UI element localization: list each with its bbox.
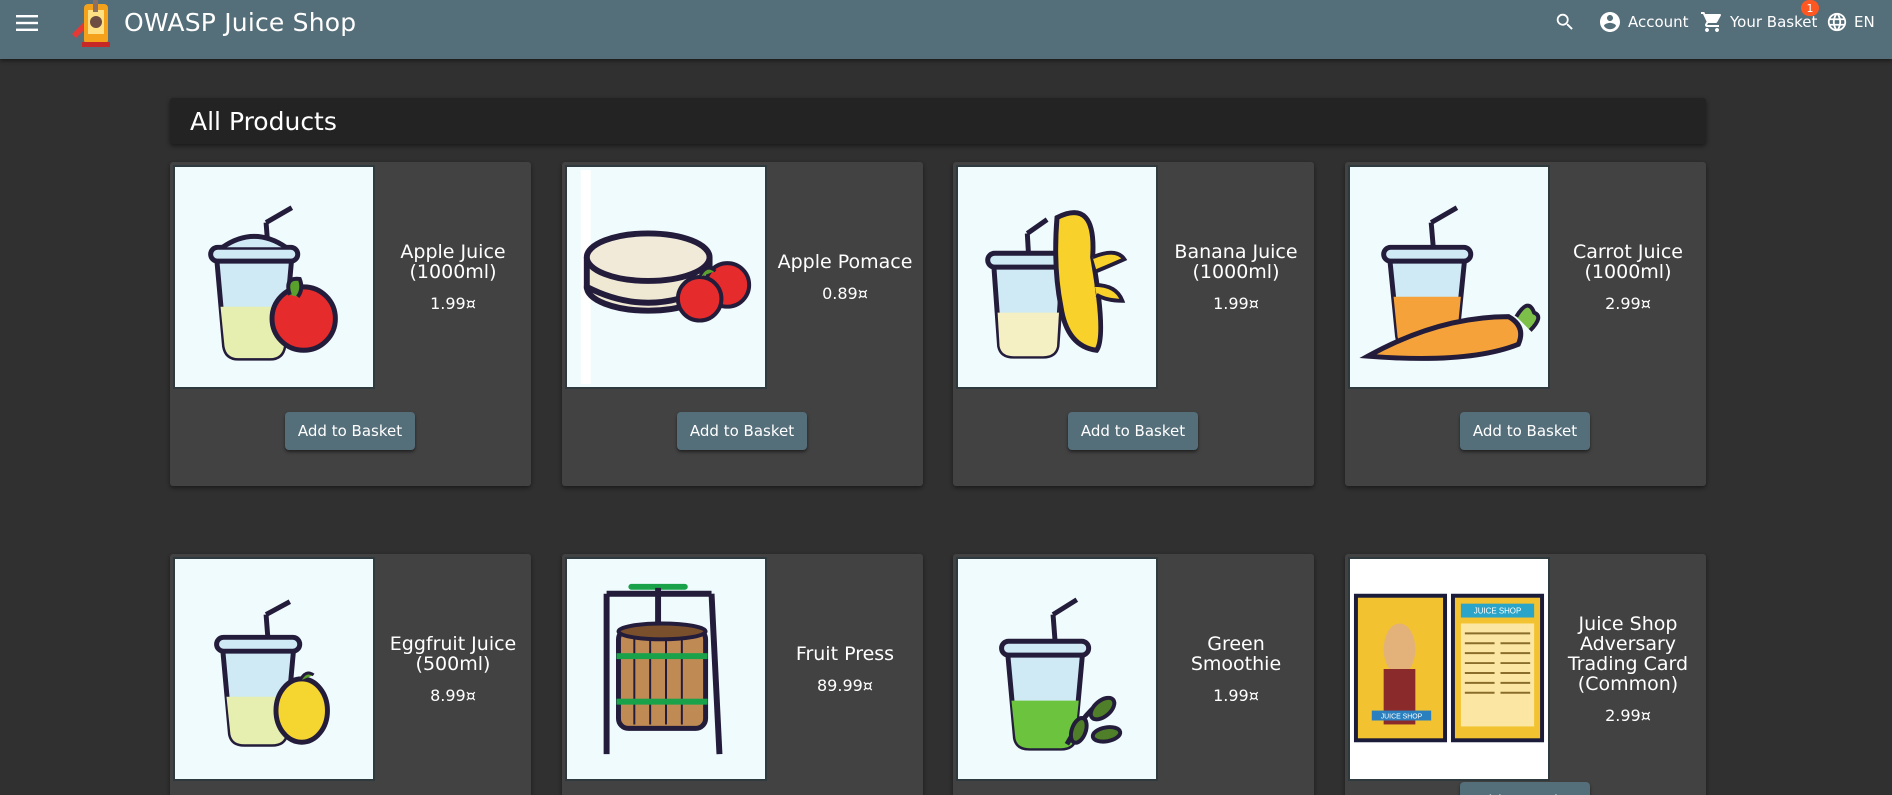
add-to-basket-button[interactable]: Add to Basket bbox=[1460, 412, 1590, 450]
green-smoothie-image[interactable] bbox=[956, 557, 1158, 781]
products-heading-card: All Products bbox=[170, 98, 1706, 144]
add-to-basket-button[interactable]: Add to Basket bbox=[677, 412, 807, 450]
product-card-banana-juice[interactable]: Banana Juice (1000ml) 1.99¤ Add to Baske… bbox=[953, 162, 1314, 486]
product-price: 89.99¤ bbox=[817, 675, 873, 695]
search-button[interactable] bbox=[1550, 0, 1580, 44]
basket-label: Your Basket bbox=[1730, 13, 1818, 31]
eggfruit-juice-image[interactable] bbox=[173, 557, 375, 781]
language-label: EN bbox=[1854, 13, 1875, 31]
juice-shop-logo-icon[interactable] bbox=[66, 0, 116, 50]
app-title[interactable]: OWASP Juice Shop bbox=[124, 8, 356, 37]
apple-juice-image[interactable] bbox=[173, 165, 375, 389]
account-button[interactable]: Account bbox=[1598, 0, 1689, 44]
shopping-cart-icon bbox=[1701, 12, 1722, 32]
account-label: Account bbox=[1628, 13, 1689, 31]
product-price: 1.99¤ bbox=[1213, 293, 1259, 313]
product-card-apple-pomace[interactable]: Apple Pomace 0.89¤ Add to Basket bbox=[562, 162, 923, 486]
banana-juice-image[interactable] bbox=[956, 165, 1158, 389]
product-price: 2.99¤ bbox=[1605, 705, 1651, 725]
carrot-juice-image[interactable] bbox=[1348, 165, 1550, 389]
menu-icon[interactable] bbox=[12, 10, 42, 36]
apple-pomace-image[interactable] bbox=[565, 165, 767, 389]
top-toolbar: OWASP Juice Shop Account Your Basket 1 E… bbox=[0, 0, 1892, 59]
add-to-basket-button[interactable]: Add to Basket bbox=[1068, 412, 1198, 450]
product-price: 1.99¤ bbox=[1213, 685, 1259, 705]
basket-count-badge: 1 bbox=[1801, 0, 1819, 16]
product-card-trading-card[interactable]: JUICE SHOP JUICE SHOP Juice Shop Adversa… bbox=[1345, 554, 1706, 795]
trading-card-image[interactable]: JUICE SHOP JUICE SHOP bbox=[1348, 557, 1550, 781]
product-price: 0.89¤ bbox=[822, 283, 868, 303]
product-card-carrot-juice[interactable]: Carrot Juice (1000ml) 2.99¤ Add to Baske… bbox=[1345, 162, 1706, 486]
fruit-press-image[interactable] bbox=[565, 557, 767, 781]
basket-button[interactable]: Your Basket bbox=[1700, 0, 1817, 44]
product-name: Juice Shop Adversary Trading Card (Commo… bbox=[1567, 612, 1689, 695]
search-icon bbox=[1556, 13, 1573, 30]
language-button[interactable]: EN bbox=[1826, 0, 1875, 44]
product-name: Apple Pomace bbox=[777, 250, 913, 273]
product-card-eggfruit-juice[interactable]: Eggfruit Juice (500ml) 8.99¤ bbox=[170, 554, 531, 795]
product-name: Green Smoothie bbox=[1190, 632, 1282, 675]
product-card-green-smoothie[interactable]: Green Smoothie 1.99¤ bbox=[953, 554, 1314, 795]
product-price: 2.99¤ bbox=[1605, 293, 1651, 313]
trading-card-label-left: JUICE SHOP bbox=[1381, 714, 1423, 721]
product-price: 8.99¤ bbox=[430, 685, 476, 705]
account-circle-icon bbox=[1600, 12, 1620, 32]
add-to-basket-button[interactable]: Add to Basket bbox=[285, 412, 415, 450]
add-to-basket-button[interactable]: Add to Basket bbox=[1460, 782, 1590, 795]
product-name: Eggfruit Juice (500ml) bbox=[389, 632, 517, 675]
page-heading: All Products bbox=[190, 107, 337, 136]
product-name: Banana Juice (1000ml) bbox=[1174, 240, 1298, 283]
product-price: 1.99¤ bbox=[430, 293, 476, 313]
product-name: Carrot Juice (1000ml) bbox=[1573, 240, 1683, 283]
product-card-apple-juice[interactable]: Apple Juice (1000ml) 1.99¤ Add to Basket bbox=[170, 162, 531, 486]
product-name: Apple Juice (1000ml) bbox=[400, 240, 506, 283]
product-name: Fruit Press bbox=[795, 642, 895, 665]
trading-card-label-right: JUICE SHOP bbox=[1474, 607, 1521, 616]
product-card-fruit-press[interactable]: Fruit Press 89.99¤ bbox=[562, 554, 923, 795]
language-globe-icon bbox=[1827, 12, 1847, 32]
